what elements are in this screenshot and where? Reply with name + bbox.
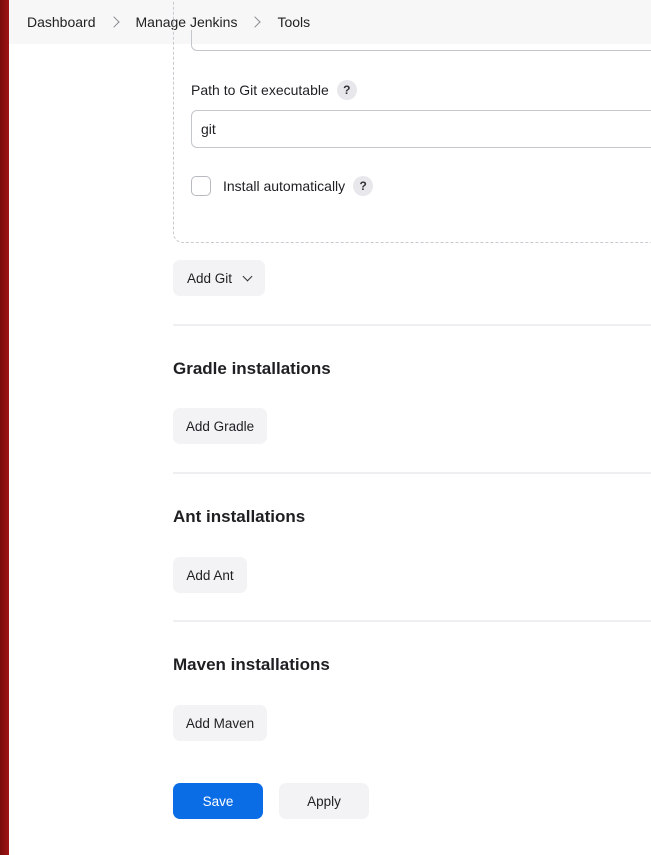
window-left-edge: [0, 0, 9, 855]
chevron-down-icon: [242, 271, 253, 281]
help-icon[interactable]: ?: [353, 176, 374, 196]
add-maven-button[interactable]: Add Maven: [173, 705, 267, 741]
section-divider: [173, 324, 651, 326]
breadcrumb-dashboard[interactable]: Dashboard: [27, 14, 96, 30]
section-divider: [173, 620, 651, 622]
add-git-button[interactable]: Add Git: [173, 260, 265, 296]
save-button[interactable]: Save: [173, 783, 263, 819]
install-automatically-label[interactable]: Install automatically: [223, 178, 345, 194]
add-gradle-button[interactable]: Add Gradle: [173, 408, 267, 444]
section-divider: [173, 472, 651, 474]
git-name-input[interactable]: [191, 30, 651, 51]
ant-section-title: Ant installations: [173, 507, 306, 526]
install-automatically-checkbox[interactable]: [191, 176, 211, 196]
add-git-label: Add Git: [186, 270, 233, 286]
install-automatically-row: Install automatically ?: [191, 176, 374, 196]
help-icon[interactable]: ?: [336, 80, 357, 100]
chevron-right-icon: [107, 16, 120, 28]
apply-button[interactable]: Apply: [279, 783, 369, 819]
git-path-input[interactable]: [191, 110, 651, 148]
git-path-label: Path to Git executable: [191, 82, 329, 98]
maven-section-title: Maven installations: [173, 655, 330, 674]
git-path-field-label: Path to Git executable ?: [191, 80, 357, 100]
add-ant-button[interactable]: Add Ant: [173, 557, 247, 593]
gradle-section-title: Gradle installations: [173, 359, 331, 378]
